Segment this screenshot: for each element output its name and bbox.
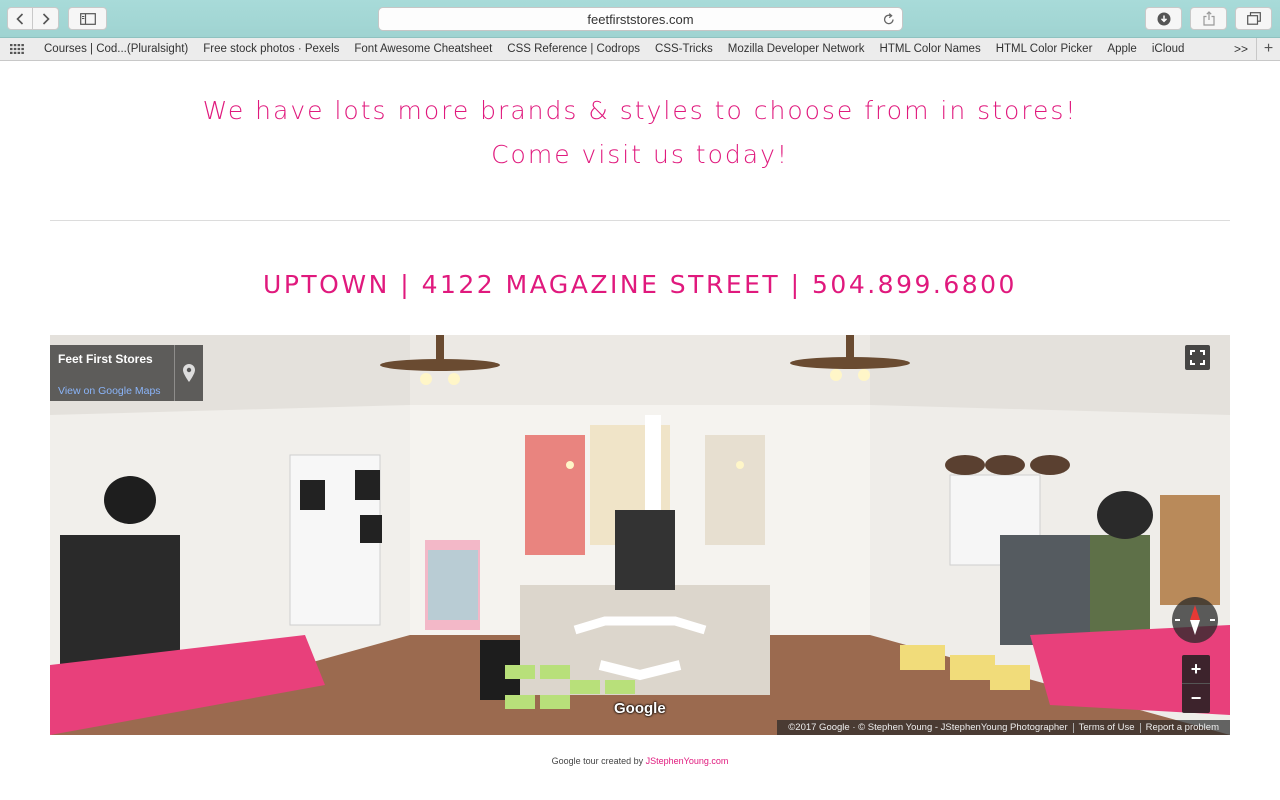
- tabs-icon: [1246, 12, 1261, 25]
- promo-heading: We have lots more brands & styles to cho…: [202, 96, 1078, 125]
- zoom-control: + −: [1182, 655, 1210, 713]
- promo-subheading: Come visit us today!: [491, 140, 789, 169]
- chevron-right-icon: [42, 12, 50, 25]
- place-info-card: Feet First Stores View on Google Maps: [50, 345, 203, 401]
- back-button[interactable]: [8, 8, 34, 29]
- favorites-bar: Courses | Cod...(Pluralsight) Free stock…: [0, 38, 1280, 61]
- favorite-link[interactable]: HTML Color Picker: [996, 43, 1093, 55]
- place-title: Feet First Stores: [58, 352, 153, 366]
- favorite-link[interactable]: CSS Reference | Codrops: [507, 43, 640, 55]
- street-view-embed[interactable]: Feet First Stores View on Google Maps + …: [50, 335, 1230, 735]
- google-logo: Google: [614, 700, 666, 717]
- favorite-link[interactable]: Courses | Cod...(Pluralsight): [44, 43, 188, 55]
- fullscreen-button[interactable]: [1185, 345, 1210, 370]
- nav-buttons: [7, 7, 59, 30]
- zoom-in-button[interactable]: +: [1182, 655, 1210, 684]
- tour-credit: Google tour created by JStephenYoung.com: [0, 756, 1280, 766]
- copyright-text: ©2017 Google · © Stephen Young - JStephe…: [788, 722, 1068, 733]
- downloads-button[interactable]: [1145, 7, 1182, 30]
- store-location-heading: UPTOWN | 4122 MAGAZINE STREET | 504.899.…: [263, 270, 1017, 299]
- tab-overview-button[interactable]: [1235, 7, 1272, 30]
- zoom-out-button[interactable]: −: [1182, 684, 1210, 713]
- attribution-bar: ©2017 Google · © Stephen Young - JStephe…: [777, 720, 1230, 735]
- share-button[interactable]: [1190, 7, 1227, 30]
- chevron-left-icon: [16, 12, 24, 25]
- compass-icon: [1175, 605, 1215, 635]
- fullscreen-icon: [1190, 350, 1205, 365]
- address-text: feetfirststores.com: [587, 11, 694, 27]
- map-pin-icon[interactable]: [174, 345, 203, 401]
- favorite-link[interactable]: HTML Color Names: [880, 43, 981, 55]
- view-on-google-maps-link[interactable]: View on Google Maps: [58, 385, 161, 397]
- favorite-link[interactable]: CSS-Tricks: [655, 43, 713, 55]
- credit-link[interactable]: JStephenYoung.com: [646, 756, 729, 766]
- apps-grid-icon[interactable]: [0, 44, 34, 54]
- share-icon: [1202, 11, 1215, 26]
- favorites-overflow-button[interactable]: >>: [1234, 42, 1248, 56]
- favorite-link[interactable]: Font Awesome Cheatsheet: [354, 43, 492, 55]
- reload-icon[interactable]: [883, 12, 895, 29]
- sidebar-icon: [79, 12, 96, 25]
- compass-control[interactable]: [1172, 597, 1218, 643]
- favorite-link[interactable]: Free stock photos · Pexels: [203, 43, 339, 55]
- favorite-link[interactable]: iCloud: [1152, 43, 1185, 55]
- sidebar-button[interactable]: [68, 7, 107, 30]
- favorite-link[interactable]: Apple: [1107, 43, 1136, 55]
- favorite-link[interactable]: Mozilla Developer Network: [728, 43, 865, 55]
- forward-button[interactable]: [33, 8, 58, 29]
- store-interior-panorama[interactable]: [50, 335, 1230, 735]
- new-tab-button[interactable]: +: [1256, 38, 1280, 60]
- address-bar[interactable]: feetfirststores.com: [378, 7, 903, 31]
- section-divider: [50, 220, 1230, 221]
- download-icon: [1157, 12, 1170, 25]
- credit-prefix: Google tour created by: [551, 756, 646, 766]
- terms-of-use-link[interactable]: Terms of Use: [1074, 722, 1140, 733]
- browser-toolbar: feetfirststores.com: [0, 0, 1280, 38]
- report-problem-link[interactable]: Report a problem: [1141, 722, 1224, 733]
